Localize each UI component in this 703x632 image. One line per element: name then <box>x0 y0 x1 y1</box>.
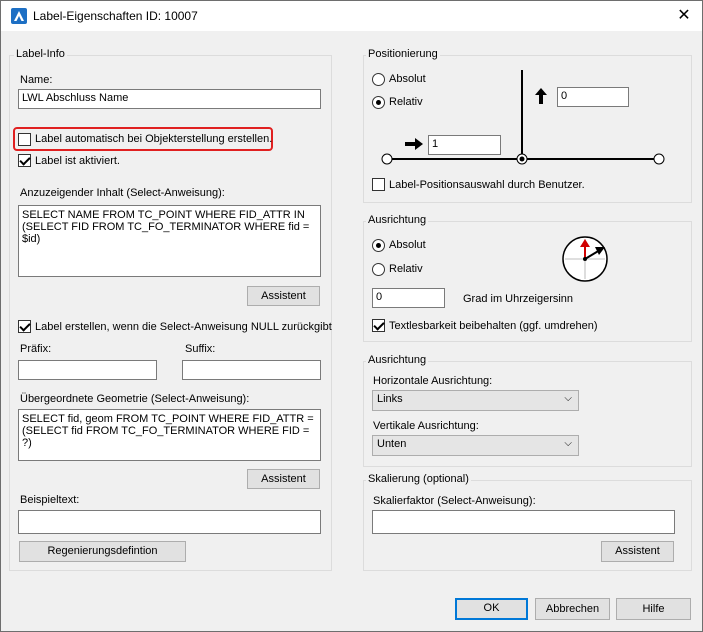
create-if-null-checkbox[interactable] <box>18 320 31 333</box>
orient-absolute-label: Absolut <box>389 239 426 251</box>
horizontal-label: Horizontale Ausrichtung: <box>373 375 493 387</box>
help-button[interactable]: Hilfe <box>616 598 691 620</box>
anchor-right <box>653 153 665 165</box>
suffix-label: Suffix: <box>185 343 216 355</box>
content-textarea[interactable]: SELECT NAME FROM TC_POINT WHERE FID_ATTR… <box>18 205 321 277</box>
parent-geom-label: Übergeordnete Geometrie (Select-Anweisun… <box>20 393 250 405</box>
create-if-null-label: Label erstellen, wenn die Select-Anweisu… <box>35 321 332 333</box>
positioning-title: Positionierung <box>366 48 440 60</box>
app-logo-icon <box>11 8 27 24</box>
vertical-select-value: Unten <box>377 438 407 450</box>
window-title: Label-Eigenschaften ID: 10007 <box>33 9 198 23</box>
readability-checkbox[interactable] <box>372 319 385 332</box>
prefix-label: Präfix: <box>20 343 52 355</box>
user-position-label: Label-Positionsauswahl durch Benutzer. <box>389 179 585 191</box>
sample-text-input[interactable] <box>18 510 321 534</box>
scaling-title: Skalierung (optional) <box>366 473 471 485</box>
name-label: Name: <box>20 74 53 86</box>
label-info-title: Label-Info <box>14 48 67 60</box>
alignment-title: Ausrichtung <box>366 354 429 366</box>
orientation-title: Ausrichtung <box>366 214 429 226</box>
vertical-select[interactable]: Unten ⌵ <box>372 435 579 456</box>
prefix-input[interactable] <box>18 360 157 380</box>
activated-checkbox[interactable] <box>18 154 31 167</box>
cancel-button[interactable]: Abbrechen <box>535 598 610 620</box>
arrow-up-icon <box>535 88 547 104</box>
pos-x-input[interactable]: 1 <box>428 135 501 155</box>
anchor-left <box>381 153 393 165</box>
sample-text-label: Beispieltext: <box>20 494 80 506</box>
scale-factor-label: Skalierfaktor (Select-Anweisung): <box>373 495 536 507</box>
name-input[interactable]: LWL Abschluss Name <box>18 89 321 109</box>
regen-button[interactable]: Regenierungsdefintion <box>19 541 186 562</box>
compass-icon <box>562 236 608 282</box>
horizontal-select[interactable]: Links ⌵ <box>372 390 579 411</box>
position-diagram <box>381 70 665 165</box>
suffix-input[interactable] <box>182 360 321 380</box>
degrees-input[interactable]: 0 <box>372 288 445 308</box>
orient-absolute-radio[interactable] <box>372 239 385 252</box>
readability-label: Textlesbarkeit beibehalten (ggf. umdrehe… <box>389 320 598 332</box>
pos-y-input[interactable]: 0 <box>557 87 629 107</box>
degrees-label: Grad im Uhrzeigersinn <box>463 293 574 305</box>
chevron-down-icon: ⌵ <box>564 393 572 404</box>
scale-factor-input[interactable] <box>372 510 675 534</box>
user-position-checkbox[interactable] <box>372 178 385 191</box>
scale-assistant-button[interactable]: Assistent <box>601 541 674 562</box>
ok-button[interactable]: OK <box>455 598 528 620</box>
close-icon[interactable]: ✕ <box>673 5 695 27</box>
orient-relative-label: Relativ <box>389 263 423 275</box>
assistant-button-2[interactable]: Assistent <box>247 469 320 489</box>
dialog-window: Label-Eigenschaften ID: 10007 ✕ Label-In… <box>0 0 703 632</box>
parent-geom-textarea[interactable]: SELECT fid, geom FROM TC_POINT WHERE FID… <box>18 409 321 461</box>
content-label: Anzuzeigender Inhalt (Select-Anweisung): <box>20 187 225 199</box>
auto-create-label: Label automatisch bei Objekterstellung e… <box>35 133 273 145</box>
orient-relative-radio[interactable] <box>372 263 385 276</box>
vertical-label: Vertikale Ausrichtung: <box>373 420 479 432</box>
title-bar: Label-Eigenschaften ID: 10007 ✕ <box>1 1 702 31</box>
auto-create-checkbox[interactable] <box>18 133 31 146</box>
arrow-right-icon <box>405 138 423 150</box>
chevron-down-icon: ⌵ <box>564 438 572 449</box>
assistant-button-1[interactable]: Assistent <box>247 286 320 306</box>
activated-label: Label ist aktiviert. <box>35 155 120 167</box>
horizontal-select-value: Links <box>377 393 403 405</box>
